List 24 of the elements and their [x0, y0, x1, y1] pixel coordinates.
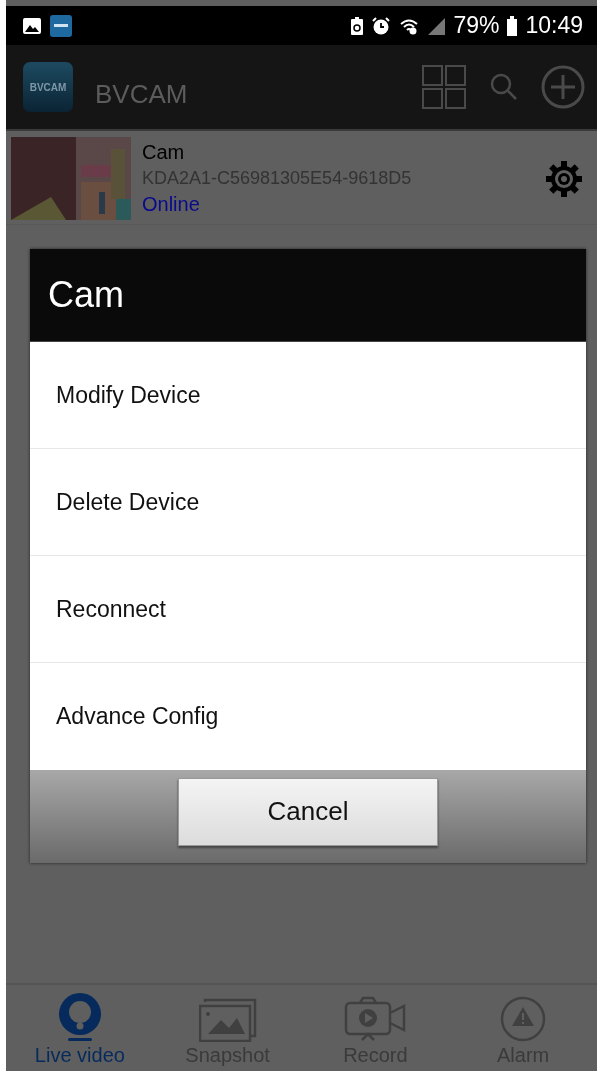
settings-icon[interactable]	[545, 159, 583, 198]
search-icon[interactable]	[489, 72, 519, 102]
app-title: BVCAM	[95, 78, 188, 110]
app-logo: BVCAM	[23, 62, 73, 112]
device-name: Cam	[142, 141, 186, 164]
menu-item[interactable]: Delete Device	[30, 449, 586, 556]
cancel-button[interactable]: Cancel	[178, 777, 438, 846]
menu-item[interactable]: Advance Config	[30, 663, 586, 770]
app-icon	[50, 14, 72, 37]
image-icon	[22, 16, 42, 35]
battery-saver-icon	[351, 16, 364, 35]
signal-icon	[427, 16, 446, 35]
grid-view-icon[interactable]	[421, 64, 467, 110]
menu-item[interactable]: Modify Device	[30, 342, 586, 449]
add-icon[interactable]	[541, 65, 585, 109]
battery-percent: 79%	[453, 12, 500, 39]
alert-icon	[500, 996, 547, 1042]
gallery-icon	[198, 998, 257, 1042]
clock: 10:49	[525, 12, 583, 39]
device-status: Online	[142, 193, 201, 216]
dialog-title: Cam	[30, 249, 586, 342]
battery-icon	[507, 15, 518, 36]
menu-item[interactable]: Reconnect	[30, 556, 586, 663]
alarm-icon	[371, 15, 392, 36]
